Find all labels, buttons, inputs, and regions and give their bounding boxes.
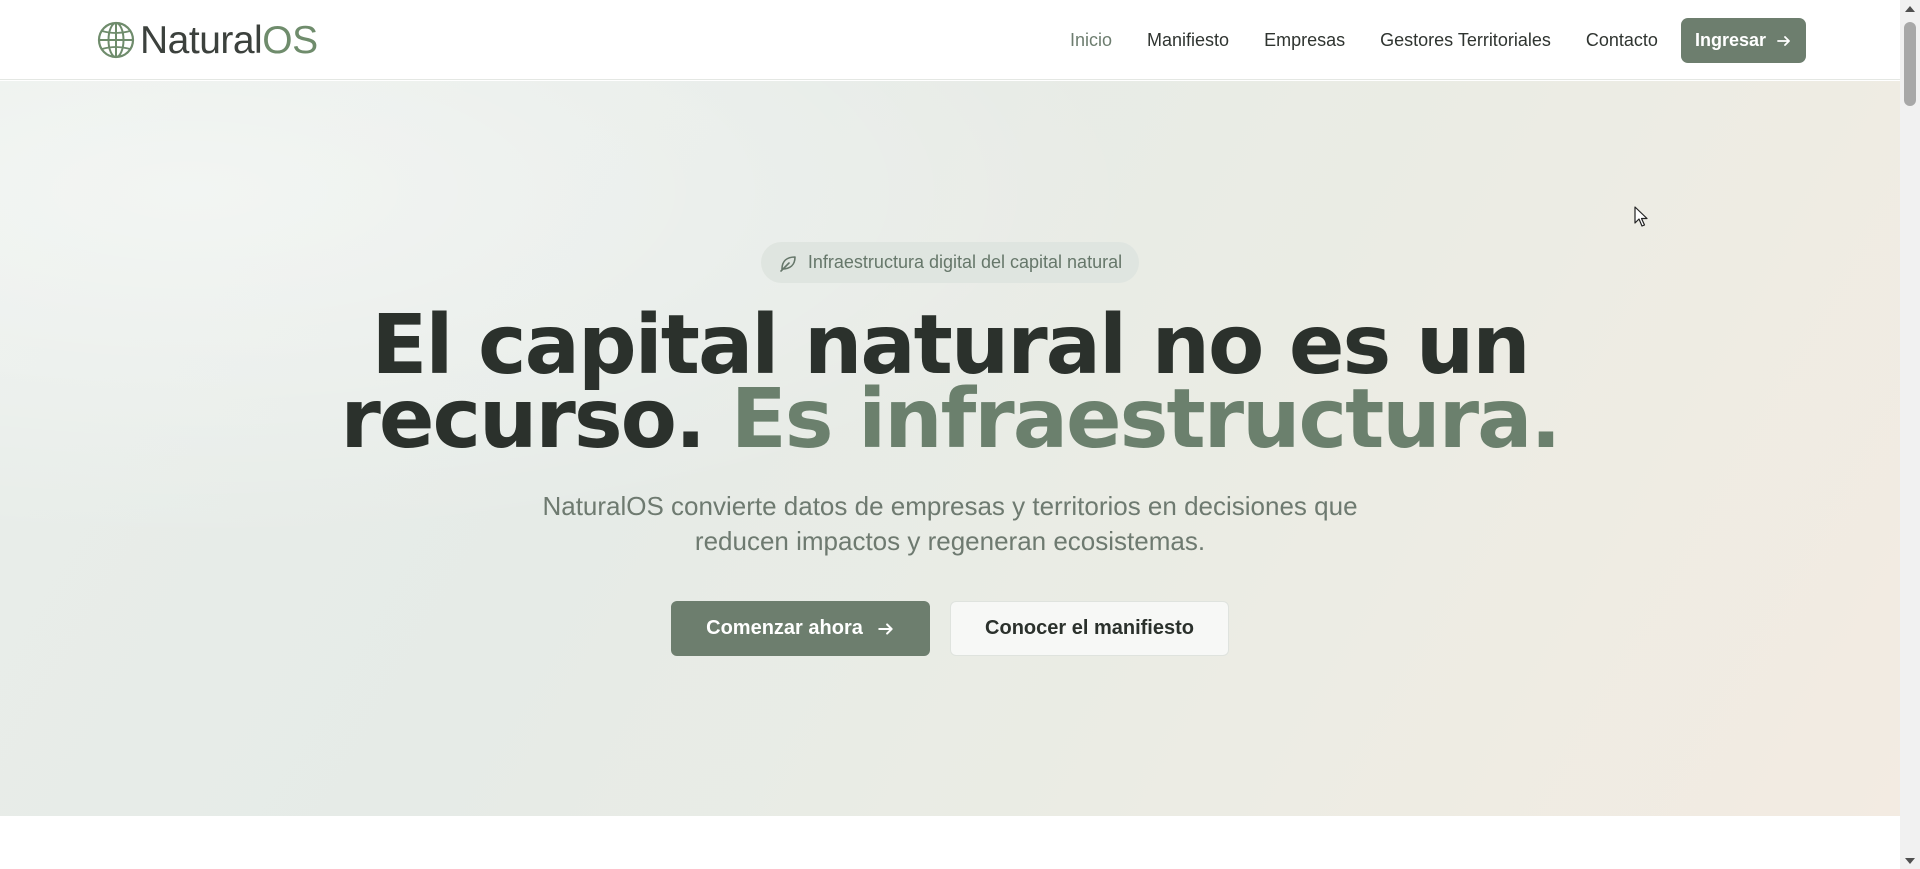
login-button-label: Ingresar — [1694, 30, 1767, 50]
main-nav: Inicio Manifiesto Empresas Gestores Terr… — [1070, 0, 1693, 80]
scroll-down-arrow-icon[interactable] — [1900, 852, 1920, 869]
brand-name-part2: OS — [262, 18, 318, 62]
login-button[interactable]: Ingresar — [1681, 18, 1806, 63]
brand-name-part1: Natural — [140, 18, 263, 62]
scroll-up-arrow-icon[interactable] — [1900, 0, 1920, 17]
hero-subtitle-line2: reducen impactos y regeneran ecosistemas… — [694, 526, 1206, 556]
comenzar-ahora-button[interactable]: Comenzar ahora — [671, 601, 930, 656]
hero-badge-text: Infraestructura digital del capital natu… — [807, 252, 1123, 272]
site-header: NaturalOS Inicio Manifiesto Empresas Ges… — [0, 0, 1900, 80]
nav-item-inicio[interactable]: Inicio — [1070, 30, 1112, 51]
hero-headline-line2-dark: recurso. — [340, 372, 706, 467]
hero-headline-line2-accent: Es infraestructura. — [730, 372, 1562, 467]
mouse-cursor-icon — [1634, 206, 1648, 227]
nav-item-contacto[interactable]: Contacto — [1586, 30, 1658, 51]
page-scrollbar[interactable] — [1900, 0, 1920, 869]
nav-item-empresas[interactable]: Empresas — [1264, 30, 1345, 51]
conocer-manifiesto-label: Conocer el manifiesto — [985, 617, 1194, 639]
hero-badge: Infraestructura digital del capital natu… — [761, 242, 1139, 283]
globe-icon — [97, 21, 135, 59]
hero-subtitle: NaturalOS convierte datos de empresas y … — [0, 489, 1900, 559]
nav-item-gestores-territoriales[interactable]: Gestores Territoriales — [1380, 30, 1551, 51]
leaf-icon — [780, 255, 796, 272]
hero-headline: El capital natural no es un recurso. Es … — [0, 305, 1900, 461]
conocer-manifiesto-button[interactable]: Conocer el manifiesto — [950, 601, 1229, 656]
arrow-right-icon — [878, 622, 893, 635]
page: NaturalOS Inicio Manifiesto Empresas Ges… — [0, 0, 1900, 869]
hero-section: Infraestructura digital del capital natu… — [0, 81, 1900, 816]
hero-subtitle-line1: NaturalOS convierte datos de empresas y … — [542, 491, 1358, 521]
arrow-right-icon — [1777, 35, 1790, 46]
brand-name: NaturalOS — [140, 21, 318, 60]
nav-item-manifiesto[interactable]: Manifiesto — [1147, 30, 1229, 51]
scrollbar-thumb[interactable] — [1904, 22, 1916, 106]
brand-logo[interactable]: NaturalOS — [96, 19, 318, 61]
comenzar-ahora-label: Comenzar ahora — [706, 617, 863, 639]
